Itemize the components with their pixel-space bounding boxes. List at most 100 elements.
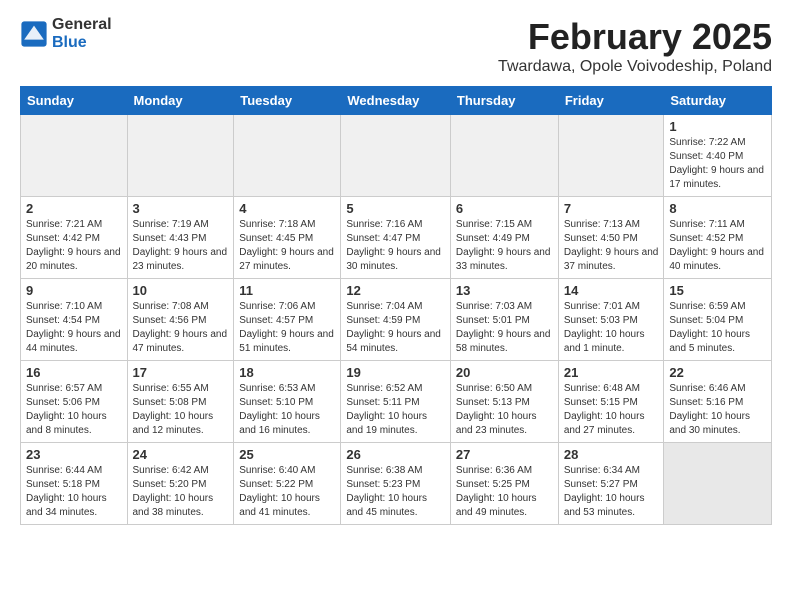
- calendar-cell: 13 Sunrise: 7:03 AM Sunset: 5:01 PM Dayli…: [450, 279, 558, 361]
- calendar-cell: [127, 115, 234, 197]
- day-number: 6: [456, 201, 553, 216]
- calendar-cell: 5Sunrise: 7:16 AM Sunset: 4:47 PM Daylig…: [341, 197, 451, 279]
- weekday-header: Monday: [127, 87, 234, 115]
- calendar-cell: 9 Sunrise: 7:10 AM Sunset: 4:54 PM Daylig…: [21, 279, 128, 361]
- logo-general-text: General: [52, 16, 112, 34]
- day-number: 3: [133, 201, 229, 216]
- day-number: 27: [456, 447, 553, 462]
- day-number: 4: [239, 201, 335, 216]
- day-info: Sunrise: 6:42 AM Sunset: 5:20 PM Dayligh…: [133, 464, 229, 520]
- calendar-cell: 1 Sunrise: 7:22 AM Sunset: 4:40 PM Daylig…: [664, 115, 772, 197]
- day-number: 8: [669, 201, 766, 216]
- day-number: 16: [26, 365, 122, 380]
- calendar-cell: 6 Sunrise: 7:15 AM Sunset: 4:49 PM Daylig…: [450, 197, 558, 279]
- day-info: Sunrise: 7:21 AM Sunset: 4:42 PM Dayligh…: [26, 218, 122, 274]
- day-info: Sunrise: 7:06 AM Sunset: 4:57 PM Dayligh…: [239, 300, 335, 356]
- logo: General Blue: [20, 16, 112, 51]
- day-number: 21: [564, 365, 659, 380]
- day-info: Sunrise: 6:52 AM Sunset: 5:11 PM Dayligh…: [346, 382, 445, 438]
- day-number: 15: [669, 283, 766, 298]
- day-info: Sunrise: 6:40 AM Sunset: 5:22 PM Dayligh…: [239, 464, 335, 520]
- calendar-header-row: SundayMondayTuesdayWednesdayThursdayFrid…: [21, 87, 772, 115]
- calendar-cell: [21, 115, 128, 197]
- day-number: 1: [669, 119, 766, 134]
- calendar-cell: 27 Sunrise: 6:36 AM Sunset: 5:25 PM Dayli…: [450, 443, 558, 525]
- day-info: Sunrise: 6:44 AM Sunset: 5:18 PM Dayligh…: [26, 464, 122, 520]
- day-number: 14: [564, 283, 659, 298]
- calendar-cell: 19Sunrise: 6:52 AM Sunset: 5:11 PM Dayli…: [341, 361, 451, 443]
- day-number: 28: [564, 447, 659, 462]
- calendar-week-row: 16 Sunrise: 6:57 AM Sunset: 5:06 PM Dayli…: [21, 361, 772, 443]
- day-info: Sunrise: 7:04 AM Sunset: 4:59 PM Dayligh…: [346, 300, 445, 356]
- weekday-header: Thursday: [450, 87, 558, 115]
- day-info: Sunrise: 6:57 AM Sunset: 5:06 PM Dayligh…: [26, 382, 122, 438]
- calendar-cell: [664, 443, 772, 525]
- calendar-cell: 8Sunrise: 7:11 AM Sunset: 4:52 PM Daylig…: [664, 197, 772, 279]
- day-info: Sunrise: 7:22 AM Sunset: 4:40 PM Dayligh…: [669, 136, 766, 192]
- calendar-cell: 12 Sunrise: 7:04 AM Sunset: 4:59 PM Dayli…: [341, 279, 451, 361]
- day-info: Sunrise: 6:38 AM Sunset: 5:23 PM Dayligh…: [346, 464, 445, 520]
- calendar-cell: 3 Sunrise: 7:19 AM Sunset: 4:43 PM Daylig…: [127, 197, 234, 279]
- logo-icon: [20, 20, 48, 48]
- day-number: 13: [456, 283, 553, 298]
- day-info: Sunrise: 7:15 AM Sunset: 4:49 PM Dayligh…: [456, 218, 553, 274]
- title-area: February 2025 Twardawa, Opole Voivodeshi…: [498, 16, 772, 76]
- calendar-cell: 11 Sunrise: 7:06 AM Sunset: 4:57 PM Dayli…: [234, 279, 341, 361]
- day-info: Sunrise: 6:59 AM Sunset: 5:04 PM Dayligh…: [669, 300, 766, 356]
- day-info: Sunrise: 6:36 AM Sunset: 5:25 PM Dayligh…: [456, 464, 553, 520]
- day-info: Sunrise: 7:19 AM Sunset: 4:43 PM Dayligh…: [133, 218, 229, 274]
- page-header: General Blue February 2025 Twardawa, Opo…: [20, 16, 772, 76]
- day-number: 11: [239, 283, 335, 298]
- calendar-cell: 21Sunrise: 6:48 AM Sunset: 5:15 PM Dayli…: [558, 361, 664, 443]
- day-info: Sunrise: 7:10 AM Sunset: 4:54 PM Dayligh…: [26, 300, 122, 356]
- day-number: 24: [133, 447, 229, 462]
- calendar-cell: [234, 115, 341, 197]
- day-number: 20: [456, 365, 553, 380]
- month-title: February 2025: [498, 16, 772, 58]
- day-info: Sunrise: 7:18 AM Sunset: 4:45 PM Dayligh…: [239, 218, 335, 274]
- weekday-header: Tuesday: [234, 87, 341, 115]
- day-number: 18: [239, 365, 335, 380]
- calendar-cell: 23 Sunrise: 6:44 AM Sunset: 5:18 PM Dayli…: [21, 443, 128, 525]
- calendar-cell: 24 Sunrise: 6:42 AM Sunset: 5:20 PM Dayli…: [127, 443, 234, 525]
- logo-blue-text: Blue: [52, 34, 112, 52]
- calendar-cell: 2 Sunrise: 7:21 AM Sunset: 4:42 PM Daylig…: [21, 197, 128, 279]
- day-info: Sunrise: 6:50 AM Sunset: 5:13 PM Dayligh…: [456, 382, 553, 438]
- day-number: 23: [26, 447, 122, 462]
- weekday-header: Friday: [558, 87, 664, 115]
- day-info: Sunrise: 6:46 AM Sunset: 5:16 PM Dayligh…: [669, 382, 766, 438]
- day-info: Sunrise: 6:55 AM Sunset: 5:08 PM Dayligh…: [133, 382, 229, 438]
- day-number: 9: [26, 283, 122, 298]
- weekday-header: Saturday: [664, 87, 772, 115]
- calendar-cell: 10Sunrise: 7:08 AM Sunset: 4:56 PM Dayli…: [127, 279, 234, 361]
- calendar-cell: 25 Sunrise: 6:40 AM Sunset: 5:22 PM Dayli…: [234, 443, 341, 525]
- calendar-cell: 22 Sunrise: 6:46 AM Sunset: 5:16 PM Dayli…: [664, 361, 772, 443]
- day-number: 2: [26, 201, 122, 216]
- logo-text: General Blue: [52, 16, 112, 51]
- calendar-cell: 26 Sunrise: 6:38 AM Sunset: 5:23 PM Dayli…: [341, 443, 451, 525]
- calendar-week-row: 9 Sunrise: 7:10 AM Sunset: 4:54 PM Daylig…: [21, 279, 772, 361]
- calendar-cell: 17 Sunrise: 6:55 AM Sunset: 5:08 PM Dayli…: [127, 361, 234, 443]
- calendar-cell: 28 Sunrise: 6:34 AM Sunset: 5:27 PM Dayli…: [558, 443, 664, 525]
- calendar-cell: 4 Sunrise: 7:18 AM Sunset: 4:45 PM Daylig…: [234, 197, 341, 279]
- day-number: 22: [669, 365, 766, 380]
- day-info: Sunrise: 7:08 AM Sunset: 4:56 PM Dayligh…: [133, 300, 229, 356]
- day-number: 7: [564, 201, 659, 216]
- calendar-cell: 14Sunrise: 7:01 AM Sunset: 5:03 PM Dayli…: [558, 279, 664, 361]
- day-number: 17: [133, 365, 229, 380]
- day-info: Sunrise: 7:16 AM Sunset: 4:47 PM Dayligh…: [346, 218, 445, 274]
- calendar-cell: 7 Sunrise: 7:13 AM Sunset: 4:50 PM Daylig…: [558, 197, 664, 279]
- calendar-cell: 15 Sunrise: 6:59 AM Sunset: 5:04 PM Dayli…: [664, 279, 772, 361]
- day-number: 12: [346, 283, 445, 298]
- calendar-table: SundayMondayTuesdayWednesdayThursdayFrid…: [20, 86, 772, 525]
- weekday-header: Wednesday: [341, 87, 451, 115]
- day-info: Sunrise: 7:03 AM Sunset: 5:01 PM Dayligh…: [456, 300, 553, 356]
- day-info: Sunrise: 6:34 AM Sunset: 5:27 PM Dayligh…: [564, 464, 659, 520]
- calendar-week-row: 23 Sunrise: 6:44 AM Sunset: 5:18 PM Dayli…: [21, 443, 772, 525]
- location-title: Twardawa, Opole Voivodeship, Poland: [498, 58, 772, 76]
- day-info: Sunrise: 7:13 AM Sunset: 4:50 PM Dayligh…: [564, 218, 659, 274]
- calendar-cell: 20 Sunrise: 6:50 AM Sunset: 5:13 PM Dayli…: [450, 361, 558, 443]
- day-number: 26: [346, 447, 445, 462]
- calendar-cell: [558, 115, 664, 197]
- day-number: 25: [239, 447, 335, 462]
